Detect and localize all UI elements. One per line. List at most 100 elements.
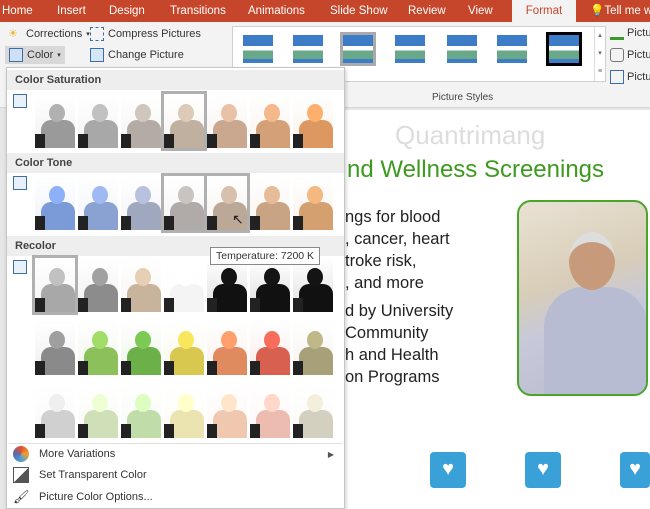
saturation-option[interactable]	[250, 94, 290, 148]
tone-option[interactable]	[293, 176, 333, 230]
sun-icon: ☀	[8, 28, 18, 40]
compress-label: Compress Pictures	[108, 28, 201, 40]
recolor-icon	[13, 260, 27, 274]
bullet-line: d by University	[345, 302, 454, 320]
more-variations-label: More Variations	[39, 448, 116, 460]
tone-option[interactable]	[78, 176, 118, 230]
recolor-option[interactable]	[207, 321, 247, 375]
slide-canvas[interactable]: Quantrimang nd Wellness Screenings ngs f…	[345, 110, 650, 509]
recolor-option[interactable]	[293, 258, 333, 312]
recolor-option[interactable]	[250, 321, 290, 375]
recolor-option[interactable]	[293, 321, 333, 375]
set-transparent-color-item[interactable]: Set Transparent Color	[9, 464, 342, 486]
recolor-option[interactable]	[250, 258, 290, 312]
tab-review[interactable]: Review	[408, 0, 446, 22]
picture-style-3[interactable]	[340, 32, 376, 66]
change-picture-button[interactable]: Change Picture	[90, 48, 184, 62]
set-transparent-color-label: Set Transparent Color	[39, 469, 147, 481]
saturation-option[interactable]	[161, 91, 207, 151]
paint-brush-icon: 🖌	[13, 489, 30, 504]
section-color-tone: Color Tone	[7, 153, 344, 173]
picture-styles-label: Picture Styles	[432, 92, 494, 103]
recolor-option[interactable]	[35, 321, 75, 375]
submenu-arrow-icon: ▶	[327, 449, 334, 459]
picture-color-options-item[interactable]: 🖌 Picture Color Options...	[9, 486, 342, 508]
color-picture-icon	[9, 48, 23, 62]
tell-me-label: Tell me w	[604, 5, 650, 17]
picture-effects-label: Pictu	[627, 49, 650, 61]
recolor-option[interactable]	[207, 384, 247, 438]
picture-border-button[interactable]: Pictu	[610, 26, 650, 40]
recolor-option[interactable]	[78, 384, 118, 438]
picture-border-label: Pictu	[627, 27, 650, 39]
recolor-option[interactable]	[164, 321, 204, 375]
selected-picture[interactable]	[517, 200, 648, 396]
tab-slide-show[interactable]: Slide Show	[330, 0, 388, 22]
recolor-option[interactable]	[78, 321, 118, 375]
recolor-option[interactable]	[35, 384, 75, 438]
tone-option[interactable]	[250, 176, 290, 230]
tab-insert[interactable]: Insert	[57, 0, 86, 22]
tone-option[interactable]	[35, 176, 75, 230]
compress-icon	[90, 27, 104, 41]
recolor-option[interactable]	[121, 321, 161, 375]
recolor-option[interactable]	[32, 255, 78, 315]
picture-style-6[interactable]	[497, 35, 527, 63]
recolor-option[interactable]	[121, 258, 161, 312]
recolor-option[interactable]	[164, 258, 204, 312]
recolor-option[interactable]	[121, 384, 161, 438]
heart-monitor-icon: ♥	[430, 452, 466, 488]
bullet-line: h and Health	[345, 346, 439, 364]
recolor-option[interactable]	[293, 384, 333, 438]
color-button[interactable]: Color ▾	[5, 46, 65, 64]
bullet-line: , and more	[345, 274, 424, 292]
bullet-line: Community	[345, 324, 429, 342]
tell-me-search[interactable]: 💡Tell me w	[590, 0, 650, 22]
change-picture-icon	[90, 48, 104, 62]
tone-option[interactable]	[121, 176, 161, 230]
section-color-saturation: Color Saturation	[7, 70, 344, 90]
change-label: Change Picture	[108, 49, 184, 61]
tab-design[interactable]: Design	[109, 0, 145, 22]
saturation-option[interactable]	[293, 94, 333, 148]
saturation-option[interactable]	[207, 94, 247, 148]
picture-style-7[interactable]	[546, 32, 582, 66]
more-variations-item[interactable]: More Variations ▶	[9, 443, 342, 465]
effects-icon	[610, 48, 624, 62]
recolor-option[interactable]	[250, 384, 290, 438]
tab-animations[interactable]: Animations	[248, 0, 305, 22]
picture-color-options-label: Picture Color Options...	[39, 491, 153, 503]
saturation-option[interactable]	[121, 94, 161, 148]
picture-effects-button[interactable]: Pictu	[610, 48, 650, 62]
ribbon-tabs: Home Insert Design Transitions Animation…	[0, 0, 650, 22]
corrections-button[interactable]: ☀ Corrections ▾	[8, 27, 90, 41]
heart-monitor-icon: ♥	[620, 452, 650, 488]
saturation-option[interactable]	[35, 94, 75, 148]
tone-icon	[13, 176, 27, 190]
tab-home[interactable]: Home	[2, 0, 33, 22]
tab-format[interactable]: Format	[512, 0, 576, 22]
compress-pictures-button[interactable]: Compress Pictures	[90, 27, 201, 41]
transparent-color-icon	[13, 467, 29, 483]
tone-option[interactable]	[161, 173, 207, 233]
picture-style-2[interactable]	[293, 35, 323, 63]
picture-layout-button[interactable]: Pictu	[610, 70, 650, 84]
tab-view[interactable]: View	[468, 0, 493, 22]
gallery-scrollbar[interactable]: ▴ ▾ ≡	[594, 27, 605, 81]
slide-body-text[interactable]: ngs for blood , cancer, heart troke risk…	[345, 206, 453, 388]
recolor-option[interactable]	[164, 384, 204, 438]
picture-style-1[interactable]	[243, 35, 273, 63]
recolor-option[interactable]	[207, 258, 247, 312]
bullet-line: troke risk,	[345, 252, 417, 270]
bullet-line: ngs for blood	[345, 208, 441, 226]
tab-transitions[interactable]: Transitions	[170, 0, 226, 22]
picture-style-5[interactable]	[447, 35, 477, 63]
color-dropdown-menu: Color Saturation Color Tone Recolor More…	[6, 67, 345, 509]
recolor-option[interactable]	[78, 258, 118, 312]
layout-icon	[610, 70, 624, 84]
watermark: Quantrimang	[395, 120, 546, 150]
saturation-option[interactable]	[78, 94, 118, 148]
tooltip: Temperature: 7200 K	[210, 247, 321, 265]
slide-title[interactable]: nd Wellness Screenings	[347, 156, 604, 184]
picture-style-4[interactable]	[395, 35, 425, 63]
